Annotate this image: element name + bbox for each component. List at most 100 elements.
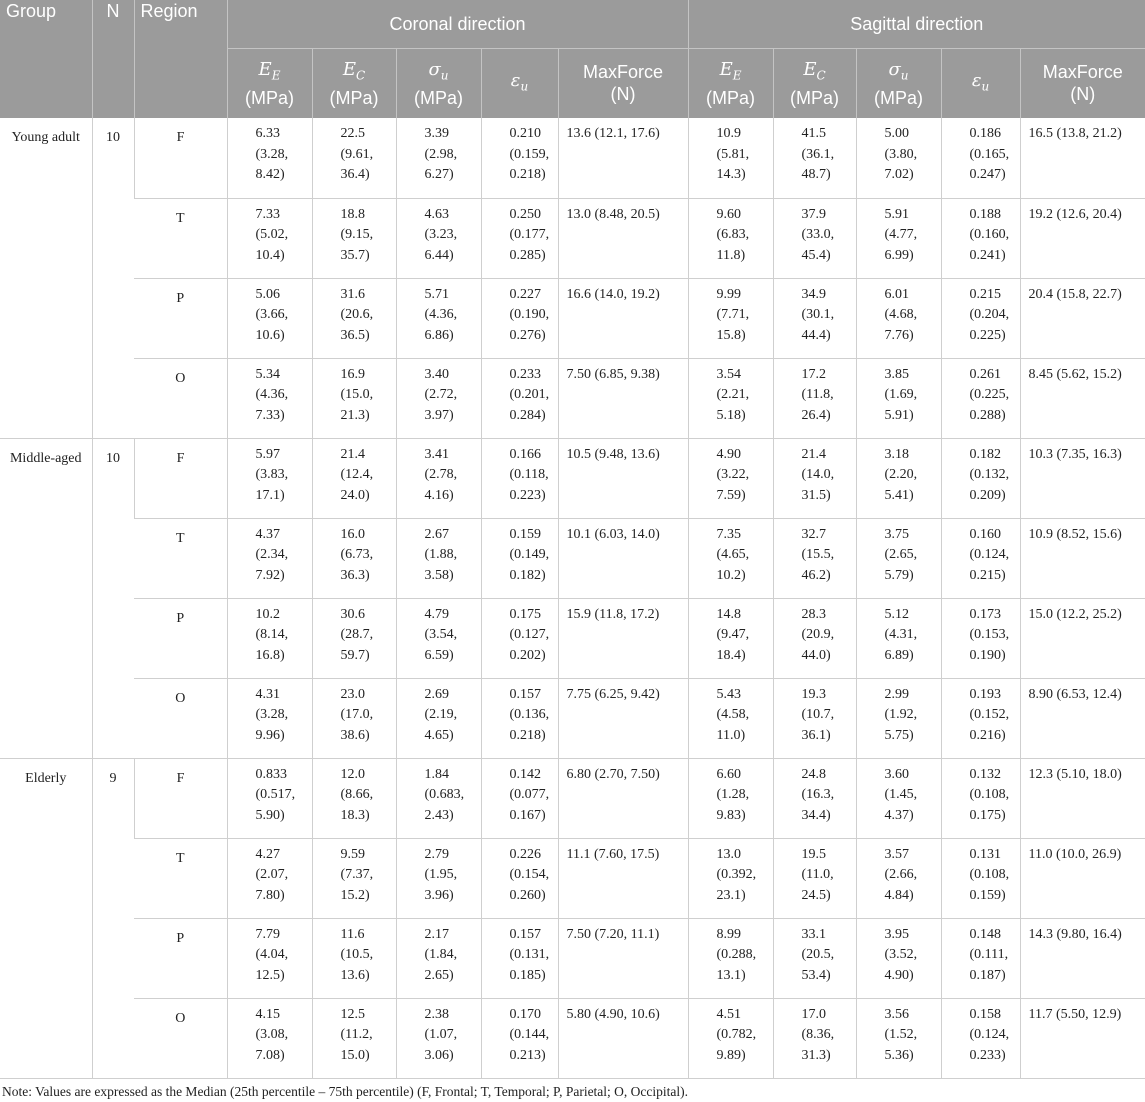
median-value: 19.5 (801, 846, 827, 862)
percentile-value: (3.83, (255, 467, 289, 482)
metric-unit: (MPa) (874, 87, 924, 108)
sagittal-value-cell: 19.5 (11.0, 24.5) (772, 838, 857, 919)
percentile-value: (2.20, (884, 467, 918, 482)
percentile-value: (0.288, (716, 947, 757, 962)
coronal-maxforce-cell: 5.80 (4.90, 10.6) (557, 998, 689, 1079)
percentile-value: 0.167) (509, 807, 546, 823)
table-row: P 7.79 (4.04, 12.5) 11.6 (10.5, 13.6) 2.17 (1.84… (0, 918, 1145, 999)
median-value: 0.261 (969, 366, 1002, 382)
median-value: 2.38 (424, 1006, 450, 1022)
median-value: 0.215 (969, 286, 1002, 302)
percentile-value: 21.3) (340, 407, 370, 423)
median-value: 7.79 (255, 926, 281, 942)
percentile-value: 6.86) (424, 327, 454, 343)
median-value: 5.71 (424, 286, 450, 302)
coronal-value-cell: 0.250 (0.177, 0.285) (480, 198, 558, 279)
coronal-value-cell: 3.41 (2.78, 4.16) (395, 438, 481, 519)
percentile-value: 0.159) (969, 887, 1006, 903)
table-body: Young adult 10 F 6.33 (3.28, 8.42) 22.5 (9.61, 3… (0, 118, 1145, 1079)
percentile-value: (4.58, (716, 707, 750, 722)
coronal-value-cell: 5.71 (4.36, 6.86) (395, 278, 481, 359)
coronal-value-cell: 0.142 (0.077, 0.167) (480, 758, 558, 839)
percentile-value: 0.285) (509, 247, 546, 263)
sagittal-value-cell: 17.0 (8.36, 31.3) (772, 998, 857, 1079)
coronal-value-cell: 3.39 (2.98, 6.27) (395, 118, 481, 199)
coronal-value-cell: 4.31 (3.28, 9.96) (226, 678, 312, 759)
median-value: 3.39 (424, 126, 450, 141)
percentile-value: 10.4) (255, 247, 285, 263)
median-value: 0.833 (255, 766, 288, 782)
sagittal-metric-header: σu (MPa) (855, 48, 942, 118)
percentile-value: 3.97) (424, 407, 454, 423)
median-value: 24.8 (801, 766, 827, 782)
median-value: 16.0 (340, 526, 366, 542)
table-row: Elderly 9 F 0.833 (0.517, 5.90) 12.0 (8.66, 18.3… (0, 758, 1145, 1079)
median-value: 4.90 (716, 446, 742, 462)
sagittal-value-cell: 6.01 (4.68, 7.76) (855, 278, 942, 359)
percentile-value: 36.4) (340, 167, 370, 182)
group-name: Middle-aged (0, 438, 92, 759)
region-label: T (134, 518, 227, 599)
sagittal-maxforce-cell: 8.90 (6.53, 12.4) (1019, 678, 1145, 759)
percentile-value: (2.72, (424, 387, 458, 402)
coronal-value-cell: 0.166 (0.118, 0.223) (480, 438, 558, 519)
percentile-value: 0.190) (969, 647, 1006, 663)
median-value: 2.99 (884, 686, 910, 702)
percentile-value: 11.0) (716, 727, 746, 743)
median-value: 17.2 (801, 366, 827, 382)
table-row: Young adult 10 F 6.33 (3.28, 8.42) 22.5 (9.61, 3… (0, 118, 1145, 439)
percentile-value: 10.2) (716, 567, 746, 583)
coronal-value-cell: 9.59 (7.37, 15.2) (311, 838, 396, 919)
percentile-value: 5.91) (884, 407, 914, 423)
coronal-value-cell: 7.79 (4.04, 12.5) (226, 918, 312, 999)
percentile-value: 0.241) (969, 247, 1006, 263)
percentile-value: (20.9, (801, 627, 835, 642)
median-value: 5.43 (716, 686, 742, 702)
median-value: 12.5 (340, 1006, 366, 1022)
percentile-value: (9.15, (340, 227, 374, 242)
percentile-value: (0.124, (969, 1027, 1010, 1042)
sample-size: 9 (91, 758, 134, 1079)
coronal-value-cell: 4.15 (3.08, 7.08) (226, 998, 312, 1079)
median-value: 4.15 (255, 1006, 281, 1022)
sagittal-value-cell: 3.85 (1.69, 5.91) (855, 358, 942, 439)
median-value: 34.9 (801, 286, 827, 302)
percentile-value: 7.59) (716, 487, 746, 503)
median-value: 3.40 (424, 366, 450, 382)
percentile-value: 0.209) (969, 487, 1006, 503)
percentile-value: 5.36) (884, 1047, 914, 1063)
percentile-value: (3.54, (424, 627, 458, 642)
percentile-value: 0.202) (509, 647, 546, 663)
percentile-value: (1.28, (716, 787, 750, 802)
coronal-value-cell: 16.0 (6.73, 36.3) (311, 518, 396, 599)
percentile-value: (0.154, (509, 867, 550, 882)
metric-symbol: EC (342, 58, 366, 83)
sagittal-value-cell: 24.8 (16.3, 34.4) (772, 758, 857, 839)
coronal-maxforce-cell: 13.0 (8.48, 20.5) (557, 198, 689, 279)
coronal-value-cell: 0.157 (0.136, 0.218) (480, 678, 558, 759)
coronal-value-cell: 30.6 (28.7, 59.7) (311, 598, 396, 679)
median-value: 0.227 (509, 286, 542, 302)
percentile-value: 0.276) (509, 327, 546, 343)
percentile-value: 9.89) (716, 1047, 746, 1063)
median-value: 0.159 (509, 526, 542, 542)
metric-unit: (N) (1070, 84, 1096, 105)
sagittal-value-cell: 33.1 (20.5, 53.4) (772, 918, 857, 999)
percentile-value: 0.247) (969, 167, 1006, 182)
percentile-value: 0.182) (509, 567, 546, 583)
coronal-value-cell: 2.79 (1.95, 3.96) (395, 838, 481, 919)
percentile-value: 12.5) (255, 967, 285, 983)
percentile-value: (11.0, (801, 867, 834, 882)
percentile-value: 38.6) (340, 727, 370, 743)
sagittal-maxforce-cell: 11.7 (5.50, 12.9) (1019, 998, 1145, 1079)
coronal-value-cell: 11.6 (10.5, 13.6) (311, 918, 396, 999)
percentile-value: 5.90) (255, 807, 285, 823)
table-note: Note: Values are expressed as the Median… (2, 1084, 689, 1099)
sagittal-value-cell: 3.54 (2.21, 5.18) (687, 358, 774, 439)
percentile-value: (3.80, (884, 146, 918, 162)
coronal-maxforce-cell: 7.50 (7.20, 11.1) (557, 918, 689, 999)
coronal-value-cell: 0.210 (0.159, 0.218) (480, 118, 558, 199)
percentile-value: (11.2, (340, 1027, 373, 1042)
percentile-value: 45.4) (801, 247, 831, 263)
percentile-value: 6.89) (884, 647, 914, 663)
